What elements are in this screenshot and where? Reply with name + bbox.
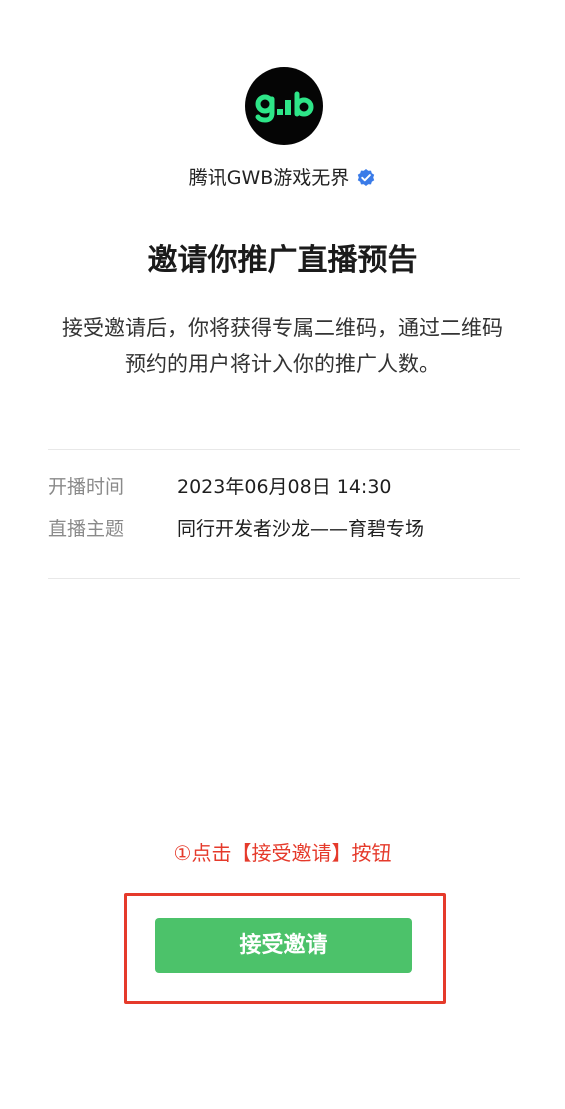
account-row: 腾讯GWB游戏无界 <box>0 165 565 191</box>
divider <box>48 578 520 579</box>
account-name: 腾讯GWB游戏无界 <box>188 167 350 189</box>
invite-description-line-1: 接受邀请后，你将获得专属二维码，通过二维码 <box>62 316 503 340</box>
live-topic-label: 直播主题 <box>48 518 125 540</box>
verified-badge-icon <box>356 168 376 188</box>
live-topic-value: 同行开发者沙龙——育碧专场 <box>177 518 425 540</box>
accept-invite-button[interactable]: 接受邀请 <box>155 918 412 973</box>
gwb-logo-icon <box>255 91 314 123</box>
instruction-annotation: ①点击【接受邀请】按钮 <box>173 841 392 865</box>
start-time-value: 2023年06月08日 14:30 <box>177 476 392 498</box>
account-logo <box>245 67 323 145</box>
page-title: 邀请你推广直播预告 <box>147 243 418 278</box>
start-time-label: 开播时间 <box>48 476 125 498</box>
divider <box>48 449 520 450</box>
invite-description-line-2: 预约的用户将计入你的推广人数。 <box>125 352 440 376</box>
